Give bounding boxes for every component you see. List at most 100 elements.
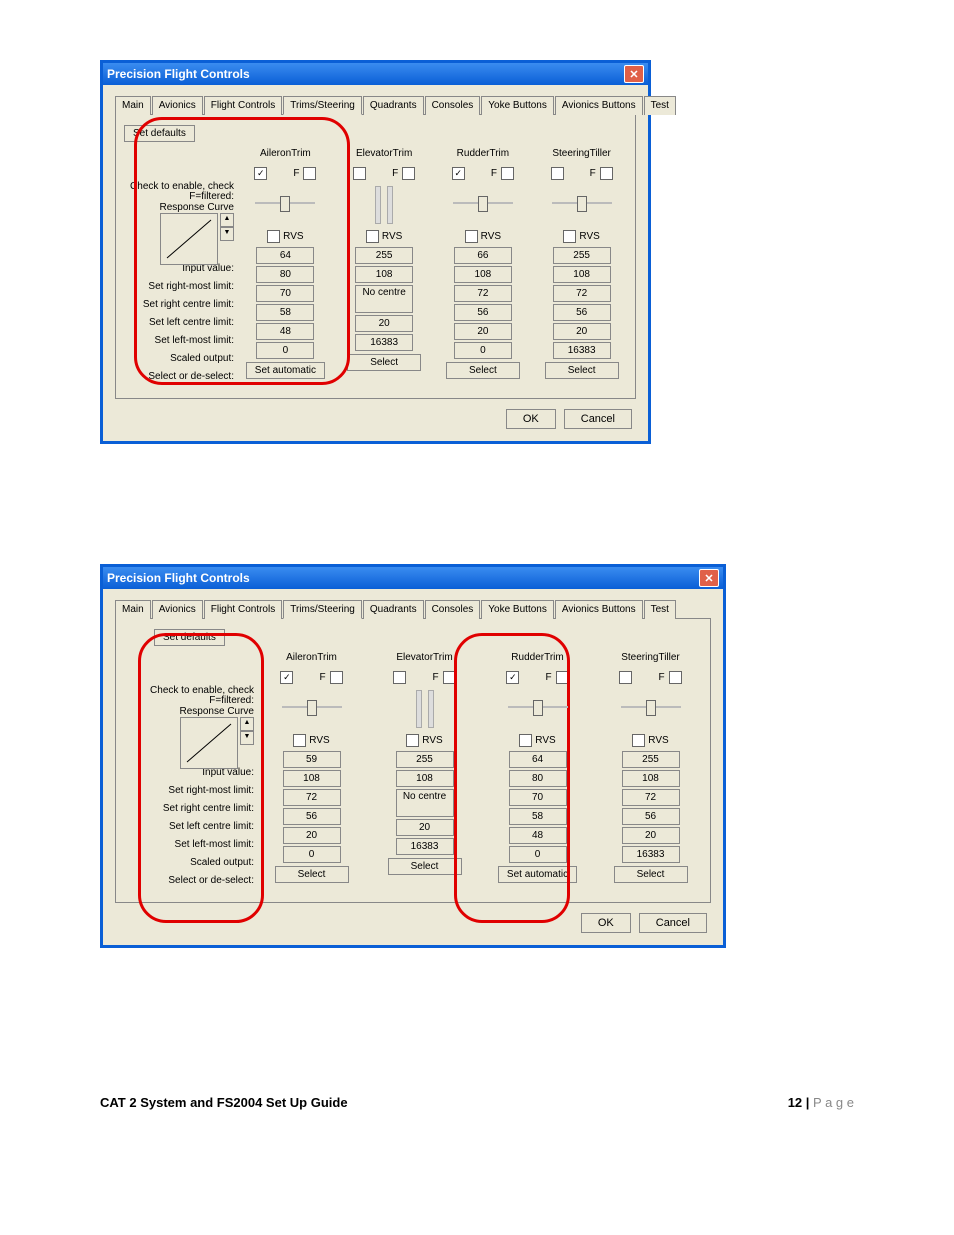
slider[interactable] (547, 186, 617, 222)
select-button[interactable]: Set automatic (246, 362, 325, 379)
ok-button[interactable]: OK (581, 913, 631, 933)
no-centre[interactable]: No centre (355, 285, 413, 313)
rvs-checkbox[interactable] (465, 230, 478, 243)
tab-consoles[interactable]: Consoles (425, 600, 481, 619)
left-centre-limit[interactable]: 58 (509, 808, 567, 825)
tab-test[interactable]: Test (644, 96, 676, 115)
no-centre[interactable]: No centre (396, 789, 454, 817)
left-most-limit[interactable]: 20 (553, 323, 611, 340)
tab-test[interactable]: Test (644, 600, 676, 619)
input-value[interactable]: 255 (553, 247, 611, 264)
set-defaults-button[interactable]: Set defaults (124, 125, 195, 142)
right-centre-limit[interactable]: 70 (509, 789, 567, 806)
curve-spinner[interactable]: ▲▼ (220, 213, 234, 241)
select-button[interactable]: Select (446, 362, 520, 379)
tab-avionics-buttons[interactable]: Avionics Buttons (555, 96, 643, 115)
tab-yoke-buttons[interactable]: Yoke Buttons (481, 600, 554, 619)
tab-main[interactable]: Main (115, 96, 151, 115)
enable-checkbox[interactable] (551, 167, 564, 180)
rvs-checkbox[interactable] (632, 734, 645, 747)
enable-checkbox[interactable]: ✓ (254, 167, 267, 180)
filter-checkbox[interactable] (303, 167, 316, 180)
enable-checkbox[interactable] (393, 671, 406, 684)
tab-flight-controls[interactable]: Flight Controls (204, 96, 282, 115)
filter-checkbox[interactable] (501, 167, 514, 180)
tab-avionics[interactable]: Avionics (152, 600, 203, 619)
left-most-limit[interactable]: 20 (622, 827, 680, 844)
left-centre-limit[interactable]: 58 (256, 304, 314, 321)
left-centre-limit[interactable]: 56 (454, 304, 512, 321)
input-value[interactable]: 255 (355, 247, 413, 264)
right-centre-limit[interactable]: 70 (256, 285, 314, 302)
close-icon[interactable]: ✕ (624, 65, 644, 83)
enable-checkbox[interactable]: ✓ (280, 671, 293, 684)
right-most-limit[interactable]: 108 (283, 770, 341, 787)
select-button[interactable]: Select (388, 858, 462, 875)
right-centre-limit[interactable]: 72 (553, 285, 611, 302)
set-defaults-button[interactable]: Set defaults (154, 629, 225, 646)
left-most-limit[interactable]: 48 (509, 827, 567, 844)
right-centre-limit[interactable]: 72 (622, 789, 680, 806)
right-most-limit[interactable]: 108 (355, 266, 413, 283)
rvs-checkbox[interactable] (267, 230, 280, 243)
right-most-limit[interactable]: 108 (622, 770, 680, 787)
left-centre-limit[interactable]: 56 (622, 808, 680, 825)
left-most-limit[interactable]: 20 (283, 827, 341, 844)
tab-trims-steering[interactable]: Trims/Steering (283, 600, 362, 619)
input-value[interactable]: 64 (509, 751, 567, 768)
cancel-button[interactable]: Cancel (564, 409, 632, 429)
tab-avionics[interactable]: Avionics (152, 96, 203, 115)
slider[interactable] (277, 690, 347, 726)
right-most-limit[interactable]: 80 (509, 770, 567, 787)
vertical-slider[interactable] (407, 690, 443, 726)
tab-trims-steering[interactable]: Trims/Steering (283, 96, 362, 115)
input-value[interactable]: 64 (256, 247, 314, 264)
tab-consoles[interactable]: Consoles (425, 96, 481, 115)
curve-spinner[interactable]: ▲▼ (240, 717, 254, 745)
enable-checkbox[interactable] (619, 671, 632, 684)
slider[interactable] (503, 690, 573, 726)
rvs-checkbox[interactable] (406, 734, 419, 747)
right-most-limit[interactable]: 80 (256, 266, 314, 283)
select-button[interactable]: Select (275, 866, 349, 883)
select-button[interactable]: Set automatic (498, 866, 577, 883)
left-most-limit[interactable]: 48 (256, 323, 314, 340)
rvs-checkbox[interactable] (519, 734, 532, 747)
rvs-checkbox[interactable] (366, 230, 379, 243)
filter-checkbox[interactable] (443, 671, 456, 684)
rvs-checkbox[interactable] (563, 230, 576, 243)
slider[interactable] (448, 186, 518, 222)
enable-checkbox[interactable] (353, 167, 366, 180)
select-button[interactable]: Select (347, 354, 421, 371)
left-most-limit[interactable]: 20 (396, 819, 454, 836)
cancel-button[interactable]: Cancel (639, 913, 707, 933)
input-value[interactable]: 59 (283, 751, 341, 768)
enable-checkbox[interactable]: ✓ (452, 167, 465, 180)
filter-checkbox[interactable] (330, 671, 343, 684)
left-centre-limit[interactable]: 56 (283, 808, 341, 825)
filter-checkbox[interactable] (402, 167, 415, 180)
select-button[interactable]: Select (545, 362, 619, 379)
tab-quadrants[interactable]: Quadrants (363, 96, 424, 115)
input-value[interactable]: 66 (454, 247, 512, 264)
slider[interactable] (250, 186, 320, 222)
tab-flight-controls[interactable]: Flight Controls (204, 600, 282, 619)
vertical-slider[interactable] (366, 186, 402, 222)
close-icon[interactable]: ✕ (699, 569, 719, 587)
tab-avionics-buttons[interactable]: Avionics Buttons (555, 600, 643, 619)
tab-quadrants[interactable]: Quadrants (363, 600, 424, 619)
right-most-limit[interactable]: 108 (396, 770, 454, 787)
ok-button[interactable]: OK (506, 409, 556, 429)
rvs-checkbox[interactable] (293, 734, 306, 747)
right-centre-limit[interactable]: 72 (283, 789, 341, 806)
right-centre-limit[interactable]: 72 (454, 285, 512, 302)
filter-checkbox[interactable] (600, 167, 613, 180)
tab-main[interactable]: Main (115, 600, 151, 619)
filter-checkbox[interactable] (669, 671, 682, 684)
right-most-limit[interactable]: 108 (553, 266, 611, 283)
input-value[interactable]: 255 (396, 751, 454, 768)
slider[interactable] (616, 690, 686, 726)
enable-checkbox[interactable]: ✓ (506, 671, 519, 684)
select-button[interactable]: Select (614, 866, 688, 883)
input-value[interactable]: 255 (622, 751, 680, 768)
